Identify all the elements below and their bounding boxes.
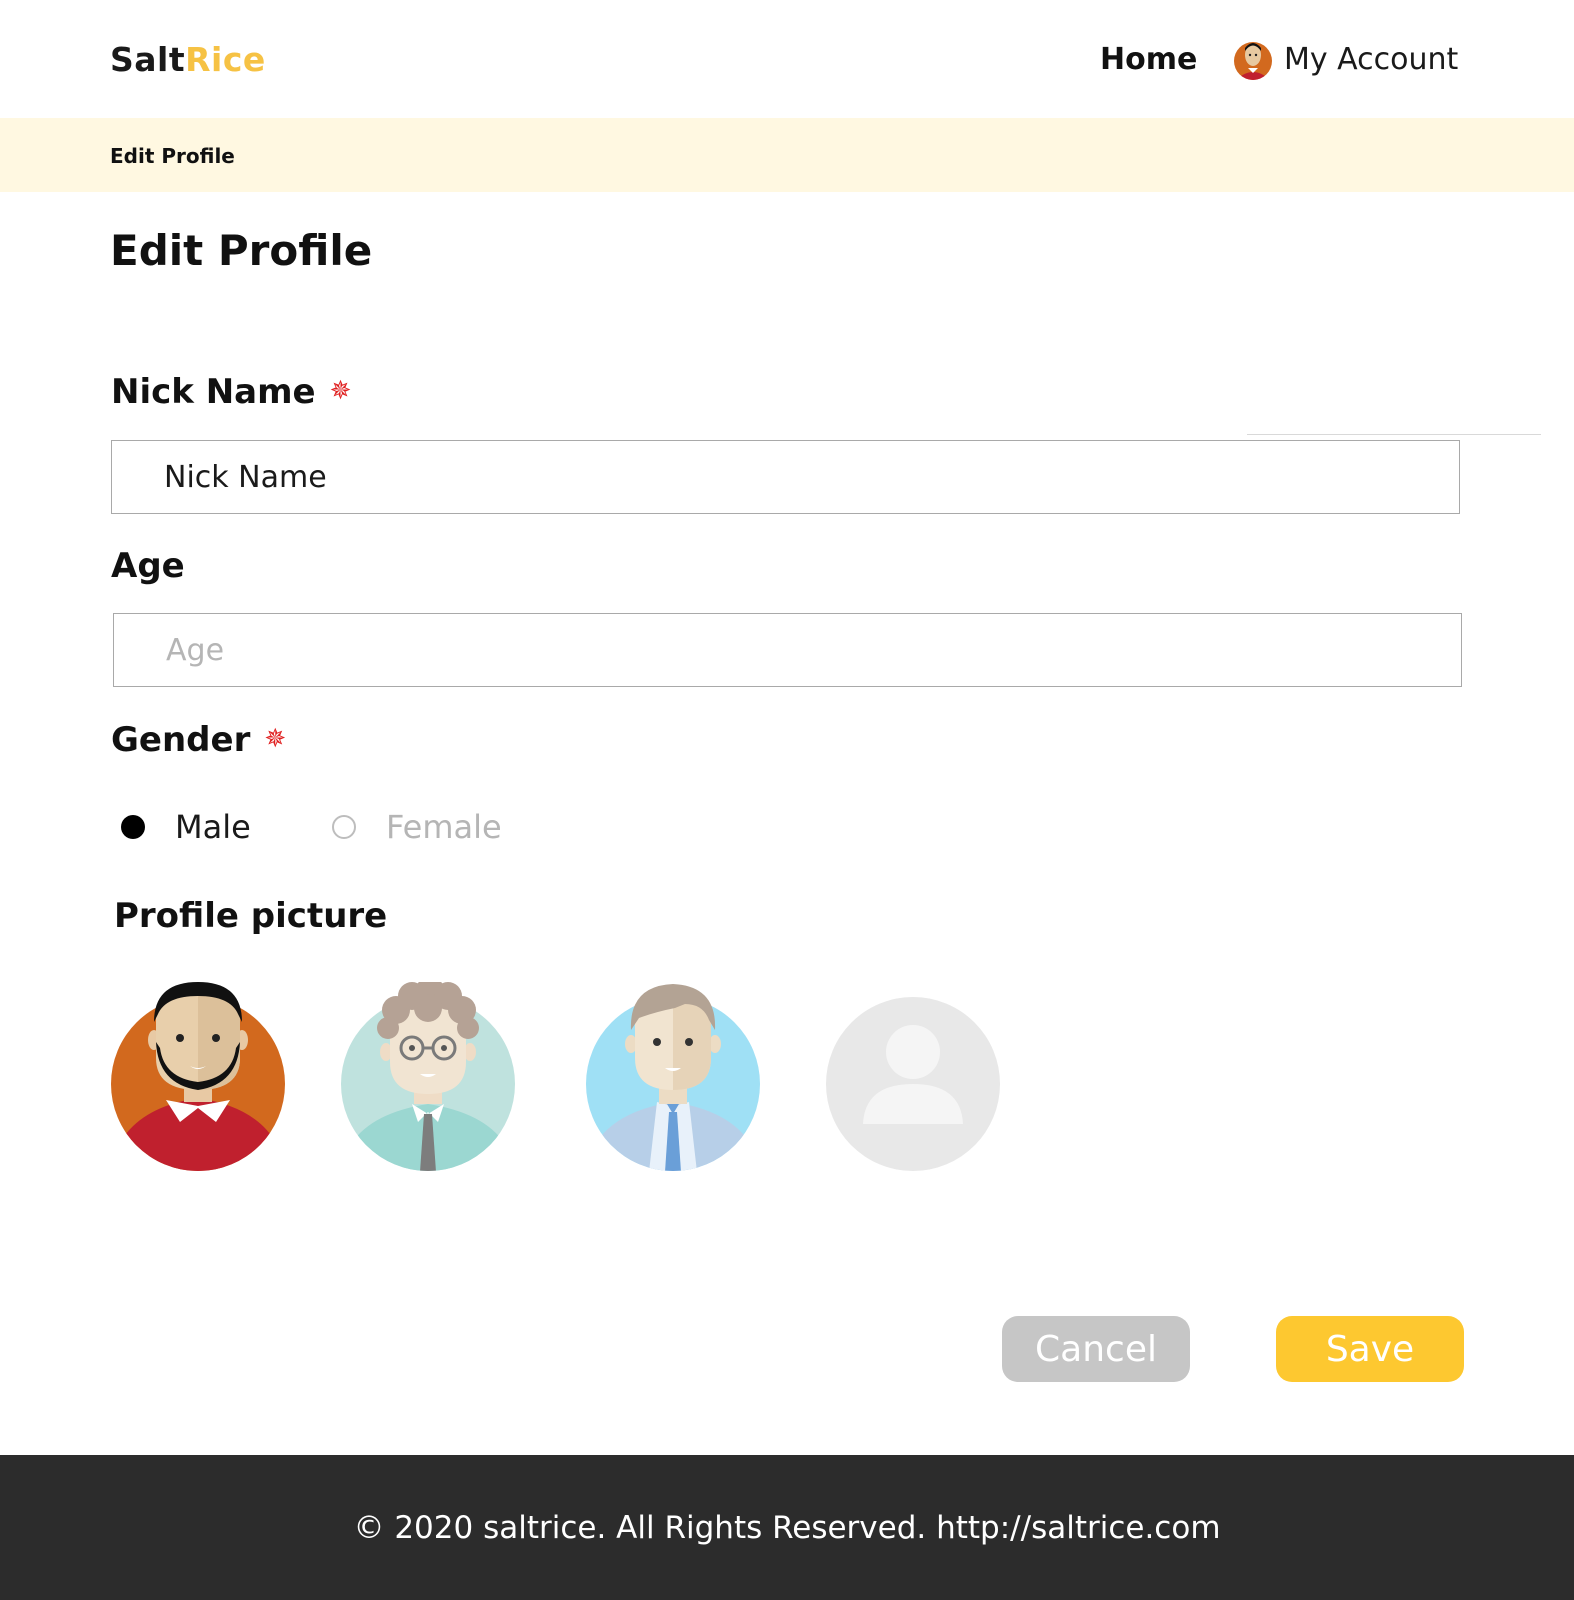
save-button[interactable]: Save (1276, 1316, 1464, 1382)
breadcrumb-bar: Edit Profile (0, 118, 1574, 192)
gender-option-male-label: Male (175, 808, 251, 846)
footer: © 2020 saltrice. All Rights Reserved. ht… (0, 1455, 1574, 1600)
gender-label: Gender ✵ (111, 720, 286, 760)
woman-glasses-avatar-icon (341, 982, 515, 1171)
nickname-label-text: Nick Name (111, 372, 316, 412)
avatar-option-man-suit[interactable] (585, 982, 761, 1172)
default-user-avatar-icon (826, 997, 1000, 1171)
required-asterisk-icon: ✵ (329, 376, 352, 406)
gender-label-text: Gender (111, 720, 251, 760)
age-input[interactable] (113, 613, 1462, 687)
required-asterisk-icon: ✵ (264, 724, 287, 754)
age-label: Age (111, 546, 185, 586)
gender-radio-female[interactable]: Female (332, 806, 502, 848)
nav-my-account-link[interactable]: My Account (1232, 36, 1458, 82)
man-suit-avatar-icon (586, 984, 760, 1171)
logo-salt: Salt (110, 40, 186, 79)
footer-copyright: © 2020 saltrice. All Rights Reserved. ht… (353, 1509, 1221, 1546)
nav-my-account-label: My Account (1284, 41, 1459, 77)
nav-home-link[interactable]: Home (1100, 42, 1197, 77)
account-avatar-icon (1234, 42, 1272, 80)
gender-option-female-label: Female (386, 808, 502, 846)
man-beard-avatar-icon (111, 982, 285, 1171)
gender-radio-male[interactable]: Male (121, 806, 251, 848)
radio-unselected-icon (332, 815, 356, 839)
cancel-button[interactable]: Cancel (1002, 1316, 1190, 1382)
radio-selected-icon (121, 815, 145, 839)
top-header: SaltRice Home My Account (0, 0, 1574, 118)
divider-line (1247, 434, 1541, 435)
avatar-option-default[interactable] (825, 982, 1001, 1172)
avatar-option-woman-glasses[interactable] (340, 982, 516, 1172)
nickname-input[interactable] (111, 440, 1460, 514)
nickname-label: Nick Name ✵ (111, 372, 351, 412)
breadcrumb: Edit Profile (110, 144, 235, 168)
logo[interactable]: SaltRice (110, 40, 266, 79)
page-title: Edit Profile (110, 226, 373, 275)
avatar-option-man-beard[interactable] (110, 982, 286, 1172)
profile-picture-label: Profile picture (114, 896, 388, 936)
logo-rice: Rice (185, 40, 266, 79)
